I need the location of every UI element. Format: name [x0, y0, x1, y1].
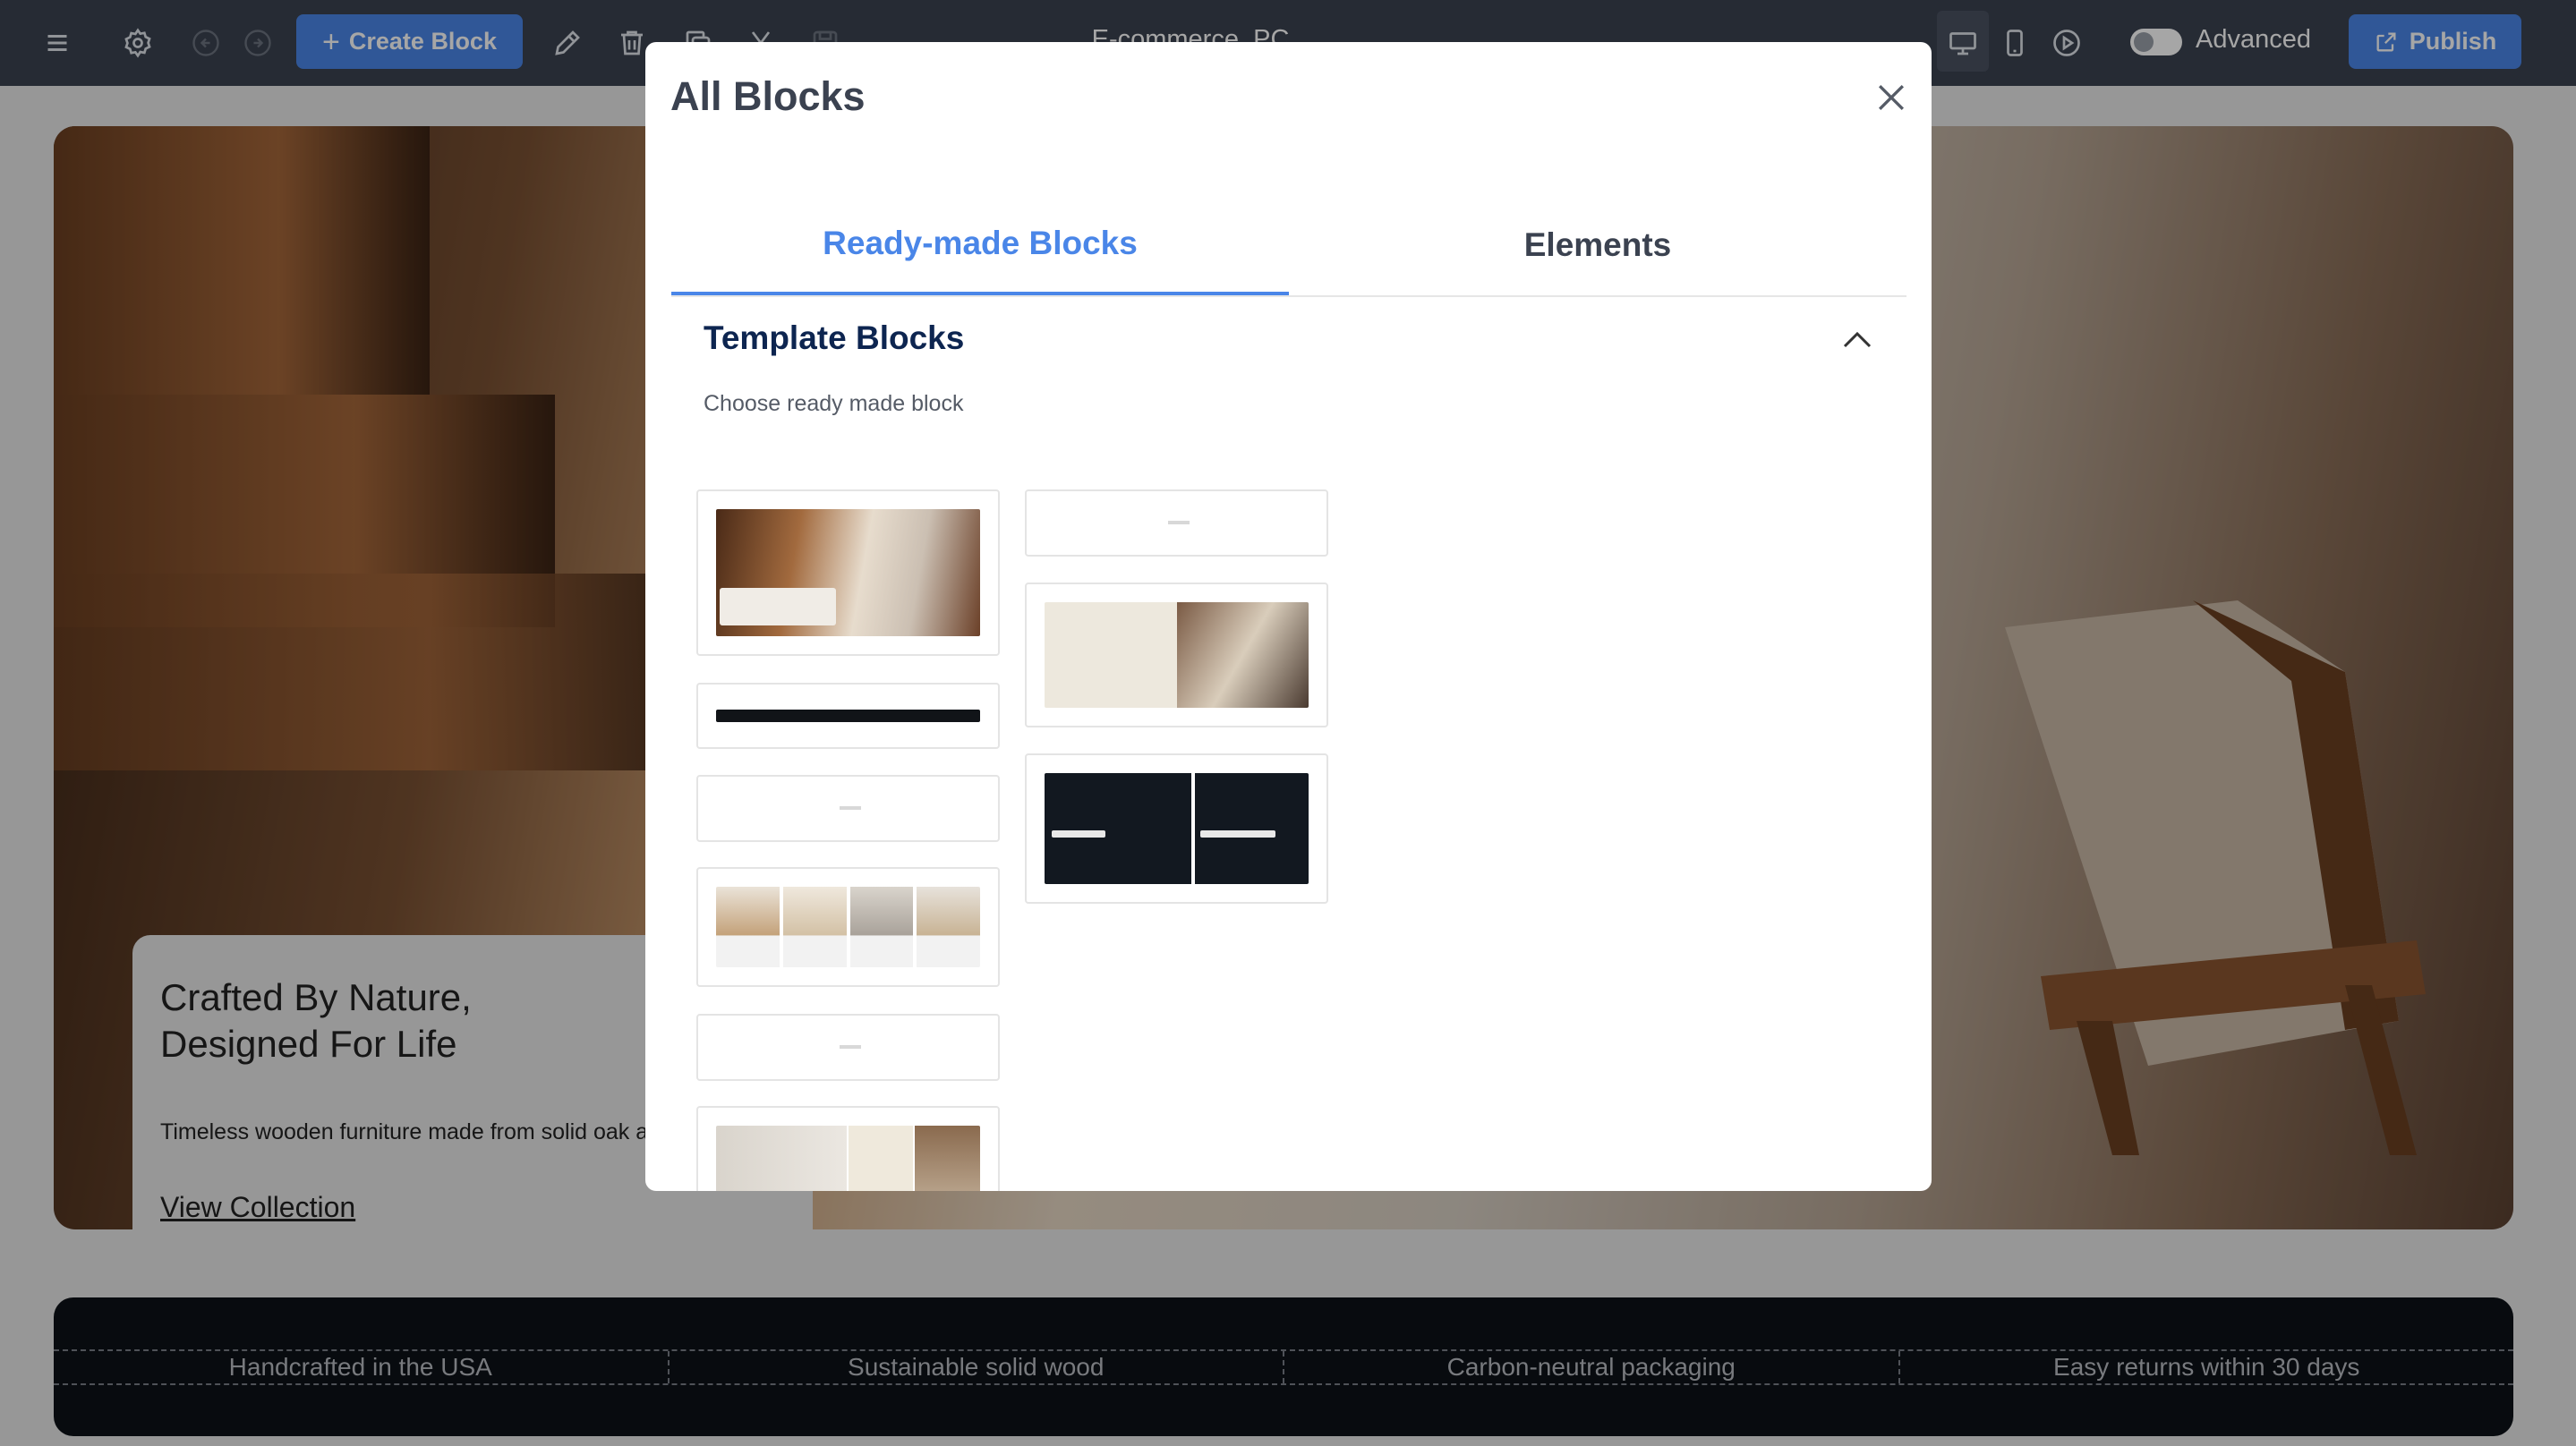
template-block-gallery-thumbnail[interactable] [696, 1106, 1000, 1191]
template-block-text-thumbnail[interactable] [1025, 489, 1328, 557]
all-blocks-modal: All Blocks Ready-made Blocks Elements Te… [645, 42, 1932, 1191]
tab-elements[interactable]: Elements [1289, 194, 1906, 295]
template-block-text-thumbnail[interactable] [696, 1014, 1000, 1081]
modal-tabs: Ready-made Blocks Elements [671, 194, 1906, 297]
chevron-up-icon[interactable] [1839, 325, 1875, 352]
section-title: Template Blocks [704, 319, 965, 356]
template-block-features-bar-thumbnail[interactable] [696, 683, 1000, 749]
template-block-footer-newsletter-thumbnail[interactable] [1025, 753, 1328, 904]
close-icon[interactable] [1872, 78, 1911, 117]
template-block-about-thumbnail[interactable] [1025, 583, 1328, 727]
template-block-text-thumbnail[interactable] [696, 775, 1000, 842]
template-block-hero-thumbnail[interactable] [696, 489, 1000, 656]
modal-title: All Blocks [670, 73, 866, 119]
tab-ready-made-blocks[interactable]: Ready-made Blocks [671, 194, 1289, 295]
section-subtitle: Choose ready made block [704, 391, 964, 416]
template-block-product-grid-thumbnail[interactable] [696, 867, 1000, 987]
template-blocks-grid [645, 445, 1932, 1191]
